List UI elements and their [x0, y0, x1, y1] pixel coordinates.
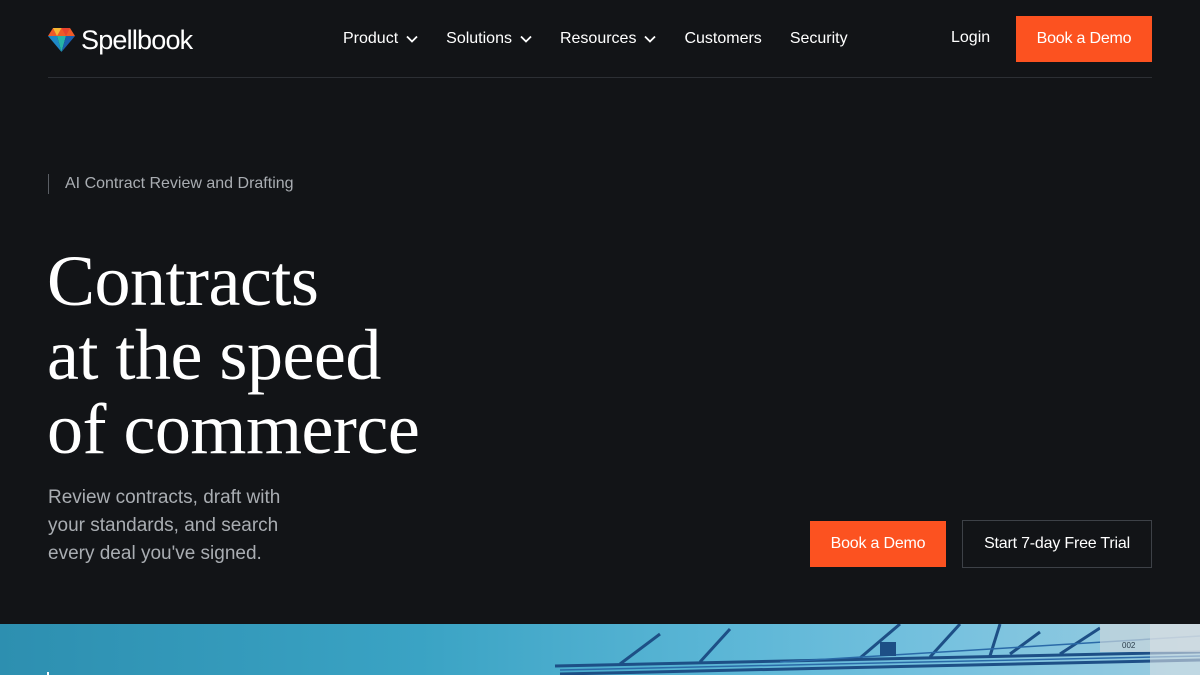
hero-book-demo-button[interactable]: Book a Demo	[810, 521, 946, 567]
site-header: Spellbook Product Solutions Resources Cu…	[48, 0, 1152, 78]
nav-item-label: Resources	[559, 30, 637, 47]
login-link[interactable]: Login	[951, 29, 990, 47]
hero-subtext: Review contracts, draft with your standa…	[48, 487, 281, 564]
headline-line: Contracts	[47, 241, 319, 321]
shipping-crane-photo: 002	[0, 624, 1200, 675]
brand-logo[interactable]: Spellbook	[48, 24, 193, 56]
nav-item-product[interactable]: Product	[343, 30, 418, 48]
hero-eyebrow: AI Contract Review and Drafting	[48, 174, 294, 194]
nav-item-security[interactable]: Security	[790, 30, 848, 48]
brand-name: Spellbook	[81, 24, 193, 55]
free-trial-button[interactable]: Start 7-day Free Trial	[962, 520, 1152, 568]
nav-item-resources[interactable]: Resources	[559, 30, 657, 48]
nav-item-label: Solutions	[446, 30, 512, 47]
nav-item-solutions[interactable]: Solutions	[446, 30, 532, 48]
chevron-down-icon	[644, 35, 657, 43]
book-demo-button[interactable]: Book a Demo	[1016, 16, 1152, 62]
headline-line: at the speed	[47, 315, 381, 395]
nav-item-label: Security	[789, 30, 848, 47]
headline-line: of commerce	[47, 389, 420, 469]
chevron-down-icon	[520, 35, 532, 43]
nav-item-label: Customers	[684, 30, 762, 47]
nav-item-label: Product	[343, 30, 399, 47]
nav-item-customers[interactable]: Customers	[684, 30, 761, 48]
photo-label: 002	[1122, 641, 1136, 650]
chevron-down-icon	[406, 35, 418, 43]
hero-headline: Contracts at the speed of commerce	[47, 244, 607, 466]
gem-icon	[48, 28, 75, 52]
main-nav: Product Solutions Resources Customers Se…	[343, 29, 876, 49]
